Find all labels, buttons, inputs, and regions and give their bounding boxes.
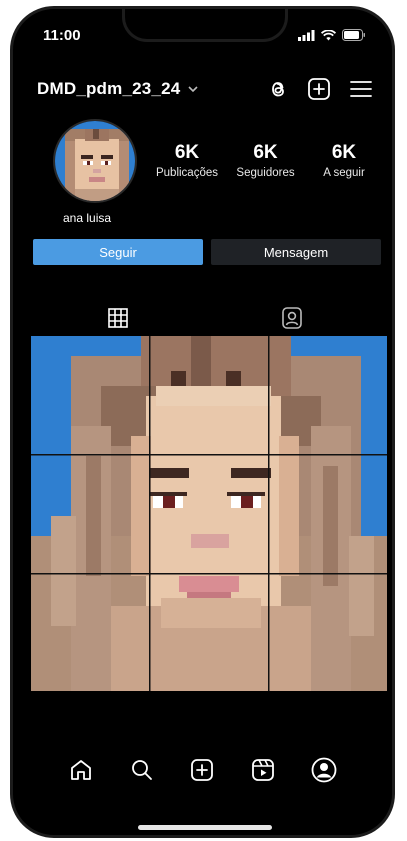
nav-home[interactable] [67,756,95,784]
stat-value: 6K [174,142,200,163]
profile-icon [311,757,337,783]
message-button[interactable]: Mensagem [211,239,381,265]
stat-value: 6K [331,142,357,163]
account-username[interactable]: DMD_pdm_23_24 [37,79,180,99]
bottom-nav [13,752,392,788]
nav-profile[interactable] [310,756,338,784]
reels-icon [252,759,274,781]
stat-value: 6K [253,142,278,163]
chevron-down-icon[interactable] [188,82,198,96]
menu-icon[interactable] [350,80,372,98]
grid-icon [108,307,128,328]
posts-grid [31,336,387,691]
grid-mosaic-image[interactable] [31,336,387,691]
nav-create[interactable] [188,756,216,784]
add-post-icon[interactable] [308,78,330,100]
stat-label: Seguidores [236,167,295,179]
tab-posts-grid[interactable] [31,299,205,337]
avatar[interactable] [53,119,137,203]
stat-following[interactable]: 6K A seguir [306,142,382,179]
profile-tabs [31,299,374,337]
home-indicator [138,825,272,830]
wifi-icon [321,29,336,40]
battery-icon [342,29,365,41]
search-icon [131,760,152,780]
stat-label: Publicações [155,167,218,179]
display-name: ana luisa [63,211,112,225]
create-icon [191,759,214,781]
profile-header: DMD_pdm_23_24 [37,75,372,103]
profile-stats: 6K Publicações 6K Seguidores 6K A seguir [149,142,382,179]
status-time: 11:00 [43,27,81,44]
tab-tagged[interactable] [205,299,379,337]
nav-reels[interactable] [249,756,277,784]
stat-label: A seguir [323,167,365,179]
phone-frame: 11:00 DMD_pdm_23_24 6K Publicações 6K Se… [10,6,395,838]
status-icons [298,29,366,41]
stat-posts[interactable]: 6K Publicações [149,142,225,179]
nav-search[interactable] [128,756,156,784]
tagged-icon [282,307,302,329]
status-bar: 11:00 [13,27,392,45]
avatar-image [55,121,135,201]
threads-icon[interactable] [268,78,288,100]
home-icon [71,760,92,780]
signal-icon [298,29,315,41]
stat-followers[interactable]: 6K Seguidores [228,142,304,179]
follow-button[interactable]: Seguir [33,239,203,265]
